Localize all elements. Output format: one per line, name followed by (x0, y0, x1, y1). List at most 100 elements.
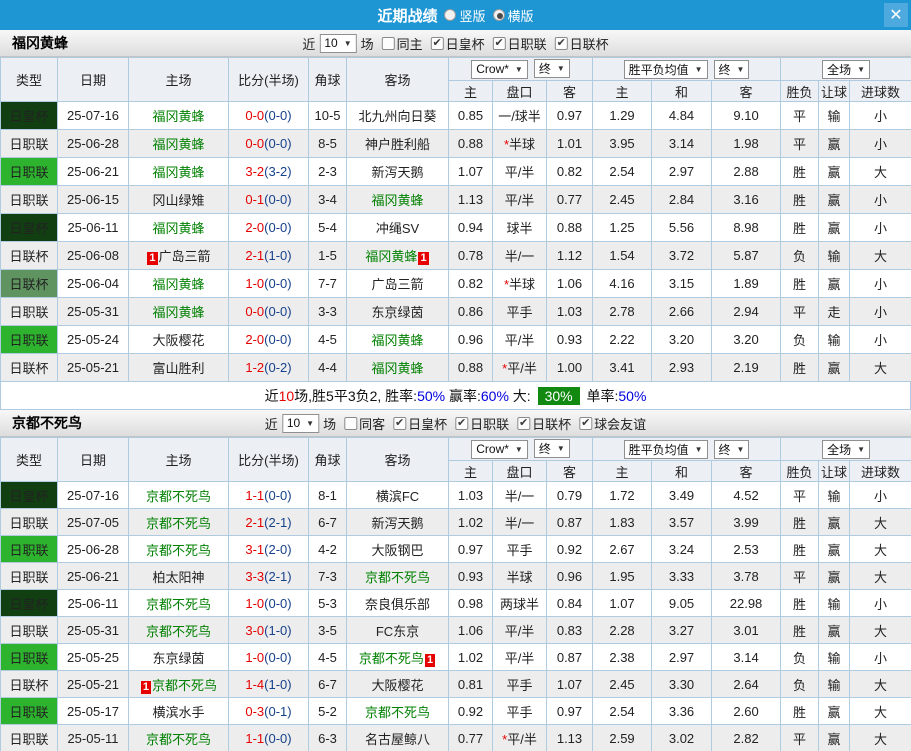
euro-away-odds: 1.98 (711, 129, 782, 158)
recent-results-window: 近期战绩 竖版 横版 ✕ 福冈黄蜂近 10 ▼ 场同主 ✔ 日皇杯 ✔ 日职联 ✔ 日联杯 类型 日期… (0, 0, 911, 751)
away-team-name: 大阪钢巴 (371, 542, 424, 558)
column-header: 主场 (128, 57, 229, 102)
halftime-score: (0-0) (264, 220, 292, 235)
score-cell: 1-0(0-0) (228, 589, 309, 617)
avg-odds-select[interactable]: 胜平负均值 ▼ (623, 59, 708, 79)
league-filter-checkbox[interactable]: ✔ 日皇杯 (393, 414, 447, 433)
euro-home-odds: 2.54 (592, 157, 653, 186)
column-header: 角球 (308, 437, 347, 482)
column-header: 客 (545, 80, 594, 102)
games-label: 场 (360, 36, 374, 52)
column-header: 胜负 (780, 460, 820, 482)
handicap-result-cell: 赢 (818, 508, 851, 536)
league-filter-checkbox[interactable]: ✔ 日联杯 (554, 34, 609, 53)
asian-final-select[interactable]: 终 ▼ (533, 439, 570, 459)
handicap-cell: 半/一 (492, 241, 547, 270)
halftime-score: (0-0) (264, 332, 292, 347)
handicap-cell: 半/一 (492, 481, 547, 509)
games-count-select[interactable]: 10 ▼ (319, 33, 357, 53)
asian-final-select[interactable]: 终 ▼ (533, 59, 570, 79)
halftime-score: (0-0) (264, 192, 292, 207)
league-filter-checkbox[interactable]: ✔ 日联杯 (517, 414, 571, 433)
games-count-select[interactable]: 10 ▼ (281, 413, 320, 433)
result-cell: 平 (780, 297, 820, 326)
score-cell: 2-1(1-0) (228, 241, 309, 270)
away-team-cell: 横滨FC (346, 481, 449, 509)
asian-home-odds: 0.86 (448, 297, 493, 326)
card-badge: 1 (424, 653, 436, 667)
column-header: 日期 (57, 437, 129, 482)
handicap-result-cell: 赢 (818, 157, 851, 186)
league-filter-checkbox[interactable]: ✔ 日皇杯 (430, 34, 485, 53)
checkbox-checked-icon: ✔ (455, 416, 469, 430)
column-header: 胜负 (780, 80, 820, 102)
euro-draw-odds: 5.56 (651, 213, 713, 242)
handicap-cell: 球半 (492, 213, 547, 242)
fulltime-score: 1-1 (245, 487, 265, 503)
handicap-result-cell: 输 (818, 643, 851, 671)
away-team-name: 新泻天鹅 (371, 165, 424, 180)
avg-odds-select[interactable]: 胜平负均值 ▼ (623, 439, 708, 459)
chevron-down-icon: ▼ (514, 64, 523, 74)
same-venue-checkbox-label: 同客 (359, 416, 386, 432)
handicap-cell: 半球 (492, 562, 547, 590)
league-type-cell: 日职联 (0, 297, 58, 326)
fulltime-select[interactable]: 全场 ▼ (822, 59, 871, 79)
euro-final-select[interactable]: 终 ▼ (713, 59, 750, 79)
fulltime-select[interactable]: 全场 ▼ (822, 439, 871, 459)
same-venue-checkbox[interactable]: 同主 (381, 34, 423, 53)
corner-count-cell: 3-5 (308, 616, 347, 644)
column-header: 比分(半场) (228, 437, 309, 482)
fulltime-select-value: 全场 (827, 442, 852, 457)
score-cell: 2-0(0-0) (228, 213, 309, 242)
odds-source-select[interactable]: Crow* ▼ (471, 59, 528, 79)
match-date: 25-05-31 (57, 616, 129, 644)
match-row: 日职联 25-05-25 东京绿茵 1-0(0-0) 4-5 京都不死鸟 1 1.02 平/半 0… (0, 643, 911, 671)
result-cell: 胜 (780, 697, 820, 725)
euro-away-odds: 3.78 (711, 562, 782, 590)
away-team-name: FC东京 (375, 623, 420, 639)
checkbox-unchecked-icon (344, 416, 358, 430)
euro-draw-odds: 2.66 (651, 297, 713, 326)
score-cell: 1-1(0-0) (228, 481, 309, 509)
handicap-result-cell: 赢 (818, 535, 851, 563)
away-team-name: 北九州向日葵 (358, 109, 437, 124)
handicap-result-cell: 赢 (818, 616, 851, 644)
euro-final-select[interactable]: 终 ▼ (713, 439, 750, 459)
close-icon[interactable]: ✕ (884, 3, 908, 27)
league-filter-checkbox[interactable]: ✔ 日职联 (455, 414, 509, 433)
odds-source-select[interactable]: Crow* ▼ (471, 439, 528, 459)
match-row: 日皇杯 25-06-11 福冈黄蜂 2-0(0-0) 5-4 冲绳SV 0.94 球半 0.88… (0, 213, 911, 242)
star-marker: * (502, 731, 508, 747)
league-filter-checkbox[interactable]: ✔ 日职联 (492, 34, 547, 53)
column-header: 让球 (818, 80, 851, 102)
handicap-result-cell: 输 (818, 589, 851, 617)
corner-count-cell: 3-3 (308, 297, 347, 326)
asian-final-select-value: 终 (538, 442, 551, 457)
games-label: 场 (323, 416, 337, 432)
same-venue-checkbox[interactable]: 同客 (344, 414, 385, 433)
league-filter-checkbox-label: 日联杯 (569, 36, 609, 52)
column-header: 进球数 (849, 460, 911, 482)
match-row: 日联杯 25-05-21 1 京都不死鸟 1-4(1-0) 6-7 大阪樱花 0.81 平手 1.… (0, 670, 911, 698)
league-type-cell: 日联杯 (0, 670, 58, 698)
star-marker: * (503, 277, 510, 292)
match-row: 日皇杯 25-06-11 京都不死鸟 1-0(0-0) 5-3 奈良俱乐部 0.98 两球半 0… (0, 589, 911, 617)
games-count-select-value: 10 (286, 416, 301, 430)
home-team-name: 京都不死鸟 (145, 488, 211, 504)
goals-result-cell: 小 (849, 269, 911, 298)
layout-horizontal-radio[interactable]: 横版 (492, 6, 534, 25)
match-row: 日职联 25-06-21 柏太阳神 3-3(2-1) 7-3 京都不死鸟 0.93 半球 0.9… (0, 562, 911, 590)
summary-text: 60% (480, 387, 509, 404)
league-filter-checkbox[interactable]: ✔ 球会友谊 (579, 414, 646, 433)
home-team-cell: 冈山绿雉 (128, 185, 229, 214)
fulltime-score: 2-0 (245, 332, 265, 347)
layout-vertical-radio[interactable]: 竖版 (444, 6, 486, 25)
result-cell: 平 (780, 562, 820, 590)
home-team-cell: 1 京都不死鸟 (128, 670, 229, 698)
corner-count-cell: 5-4 (308, 213, 347, 242)
asian-home-odds: 1.07 (448, 157, 493, 186)
euro-away-odds: 1.89 (711, 269, 782, 298)
home-team-name: 广岛三箭 (158, 249, 211, 264)
result-cell: 胜 (780, 157, 820, 186)
